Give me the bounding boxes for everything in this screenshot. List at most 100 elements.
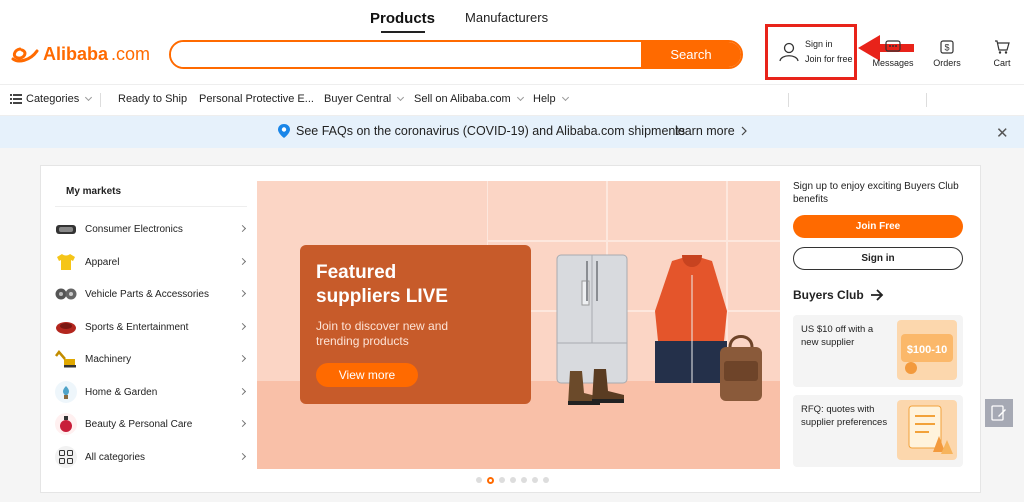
club-card-text: US $10 off with a new supplier [801,324,874,348]
sign-in-button[interactable]: Sign in [793,247,963,270]
chevron-right-icon [238,289,247,298]
market-sports-entertainment[interactable]: Sports & Entertainment [55,314,251,340]
nav-help[interactable]: Help [533,93,569,105]
feedback-button[interactable] [985,399,1013,427]
carousel-dot[interactable] [532,477,538,483]
market-label: Beauty & Personal Care [85,418,193,430]
chevron-right-icon [238,419,247,428]
nav-buyer-central[interactable]: Buyer Central [324,93,405,105]
chevron-right-icon [238,354,247,363]
market-label: Vehicle Parts & Accessories [85,288,209,300]
banner-subtitle-line1: Join to discover new and [316,319,449,333]
sports-icon [55,316,77,338]
buyer-sidebar: Sign up to enjoy exciting Buyers Club be… [793,180,965,467]
featured-banner[interactable]: Featured suppliers LIVE Join to discover… [257,181,780,469]
banner-products-image [556,254,762,405]
search-input[interactable] [171,42,641,67]
orders-button[interactable]: $ Orders [920,40,974,68]
nav-personal-protective[interactable]: Personal Protective E... [199,93,314,105]
market-label: Home & Garden [85,386,158,398]
logo-text: Alibaba [43,44,109,64]
join-free-link[interactable]: Join for free [805,52,853,67]
club-card-text: RFQ: quotes with supplier preferences [801,404,888,428]
nav-categories-label: Categories [26,93,80,105]
join-free-button[interactable]: Join Free [793,215,963,238]
carousel-dot-active[interactable] [487,476,494,484]
chevron-right-icon [238,322,247,331]
rfq-thumbnail [897,400,957,460]
my-markets-title: My markets [66,186,122,197]
messages-button[interactable]: Messages [866,40,920,68]
product-type-tabs: Products Manufacturers [370,6,548,33]
market-machinery[interactable]: Machinery [55,346,251,372]
cart-button[interactable]: Cart [975,40,1024,68]
nav-divider [100,93,101,107]
market-label: Apparel [85,256,120,268]
top-header: Products Manufacturers Alibaba .com Searc… [0,0,1024,84]
chevron-right-icon [238,257,247,266]
view-more-button[interactable]: View more [316,363,418,387]
market-label: All categories [85,451,146,463]
learn-more-link[interactable]: learn more [675,124,747,138]
market-home-garden[interactable]: Home & Garden [55,379,251,405]
orders-icon: $ [940,40,954,54]
club-card-coupon[interactable]: US $10 off with a new supplier $100-10 [793,315,963,387]
cart-icon [995,40,1010,54]
alibaba-logo[interactable]: Alibaba .com [10,44,150,65]
carousel-dot[interactable] [499,477,505,483]
nav-sell-on-alibaba[interactable]: Sell on Alibaba.com [414,93,524,105]
carousel-dot[interactable] [521,477,527,483]
chevron-down-icon [561,93,569,102]
market-apparel[interactable]: Apparel [55,249,251,275]
search-bar: Search [169,40,743,69]
close-icon[interactable]: ✕ [996,124,1009,142]
alibaba-logo-icon [11,47,39,62]
banner-subtitle-line2: trending products [316,334,409,348]
banner-title-line2: suppliers LIVE [316,286,448,307]
nav-ready-to-ship[interactable]: Ready to Ship [118,93,187,105]
menu-icon [10,94,22,104]
nav-buyer-central-label: Buyer Central [324,93,392,105]
nav-sell-label: Sell on Alibaba.com [414,93,511,105]
coupon-thumb-text: $100-10 [907,344,947,356]
orders-label: Orders [933,58,961,68]
user-icon [779,42,799,62]
tab-manufacturers[interactable]: Manufacturers [465,6,548,25]
signin-highlight-box[interactable]: Sign in Join for free [765,24,857,80]
carousel-dot[interactable] [543,477,549,483]
market-beauty[interactable]: Beauty & Personal Care [55,411,251,437]
banner-title-line1: Featured [316,262,397,283]
carousel-dot[interactable] [510,477,516,483]
signup-promo-text: Sign up to enjoy exciting Buyers Club be… [793,181,959,205]
tab-products[interactable]: Products [370,6,435,33]
electronics-icon [55,218,77,240]
market-all-categories[interactable]: All categories [55,444,251,470]
carousel-dots [476,476,549,484]
market-vehicle-parts[interactable]: Vehicle Parts & Accessories [55,281,251,307]
covid-notice-bar: See FAQs on the coronavirus (COVID-19) a… [0,116,1024,148]
buyers-club-title: Buyers Club [793,288,864,302]
market-label: Consumer Electronics [85,223,183,235]
chevron-down-icon [85,93,93,102]
search-button[interactable]: Search [641,42,741,67]
apparel-icon [55,251,77,273]
logo-suffix: .com [111,44,151,64]
banner-text-panel: Featured suppliers LIVE Join to discover… [300,245,531,404]
nav-categories[interactable]: Categories [10,93,93,105]
banner-subtitle: Join to discover new and trending produc… [316,319,448,349]
messages-label: Messages [872,58,914,68]
chevron-down-icon [516,93,524,102]
sign-in-link[interactable]: Sign in [805,37,853,52]
learn-more-label: learn more [675,124,735,138]
club-card-rfq[interactable]: RFQ: quotes with supplier preferences [793,395,963,467]
nav-divider [926,93,927,107]
svg-text:$: $ [944,43,949,53]
vehicle-parts-icon [55,283,77,305]
coupon-thumbnail: $100-10 [897,320,957,380]
nav-divider [788,93,789,107]
carousel-dot[interactable] [476,477,482,483]
market-consumer-electronics[interactable]: Consumer Electronics [55,216,251,242]
buyers-club-link[interactable]: Buyers Club [793,288,884,302]
chevron-right-icon [238,387,247,396]
machinery-icon [55,348,77,370]
